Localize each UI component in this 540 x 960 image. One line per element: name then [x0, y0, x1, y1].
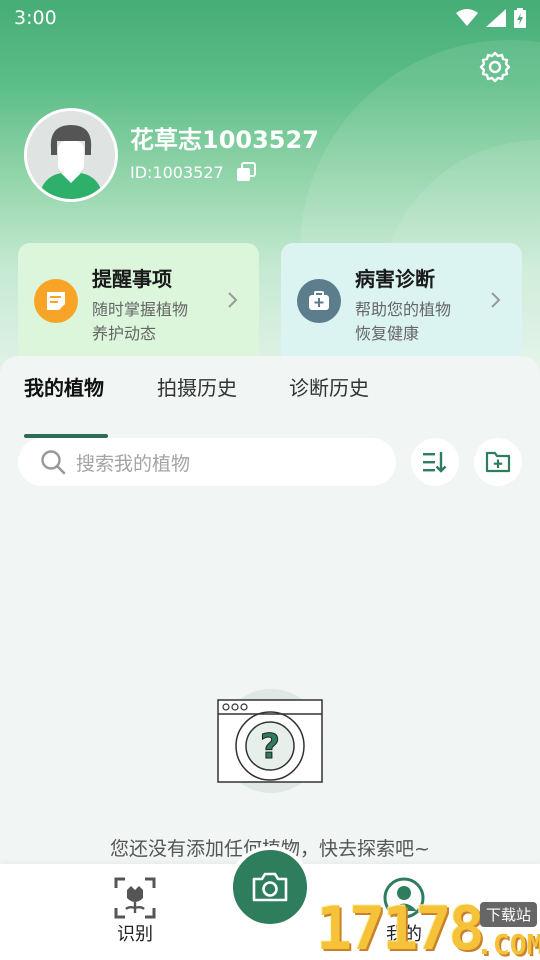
reminder-card[interactable]: 提醒事项 随时掌握植物养护动态	[18, 243, 259, 363]
diagnosis-title: 病害诊断	[355, 267, 435, 291]
diagnosis-icon-wrap	[297, 279, 341, 323]
wifi-icon	[456, 9, 478, 26]
user-id-row: ID:1003527	[130, 162, 256, 182]
add-folder-button[interactable]	[474, 438, 522, 486]
copy-icon[interactable]	[236, 162, 256, 182]
user-avatar-icon	[27, 111, 115, 199]
sort-icon	[423, 452, 447, 473]
medical-kit-icon	[309, 291, 329, 310]
tab-photo-history[interactable]: 拍摄历史	[157, 372, 237, 401]
watermark-domain: .COM	[476, 928, 540, 960]
search-input[interactable]: 搜索我的植物	[18, 438, 396, 486]
camera-button[interactable]	[229, 846, 311, 928]
camera-icon	[252, 872, 288, 902]
chevron-right-icon	[228, 292, 238, 308]
watermark-number: 17178	[316, 894, 485, 960]
search-icon	[41, 450, 66, 475]
tab-bar: 我的植物 拍摄历史 诊断历史	[0, 372, 540, 438]
empty-illustration: ?	[216, 686, 326, 796]
reminder-icon-wrap	[34, 279, 78, 323]
reminder-subtitle: 随时掌握植物养护动态	[92, 300, 189, 343]
nav-identify[interactable]: 识别	[105, 876, 165, 946]
watermark-tag: 下载站	[480, 902, 538, 927]
reminder-title: 提醒事项	[92, 267, 172, 291]
unknown-plant-icon: ?	[217, 689, 323, 793]
scan-flower-icon	[114, 877, 156, 919]
sort-button[interactable]	[411, 438, 459, 486]
tab-my-plants[interactable]: 我的植物	[24, 372, 104, 401]
avatar[interactable]	[24, 108, 118, 202]
search-placeholder: 搜索我的植物	[76, 452, 191, 475]
status-time: 3:00	[14, 7, 57, 29]
diagnosis-card[interactable]: 病害诊断 帮助您的植物恢复健康	[281, 243, 522, 363]
add-folder-icon	[485, 451, 511, 473]
status-bar: 3:00	[0, 0, 540, 36]
user-id: ID:1003527	[130, 162, 224, 182]
chevron-right-icon	[491, 292, 501, 308]
note-icon	[47, 292, 65, 310]
gear-icon	[479, 51, 511, 83]
status-icons	[456, 8, 526, 28]
diagnosis-subtitle: 帮助您的植物恢复健康	[355, 300, 452, 343]
username: 花草志1003527	[130, 126, 319, 154]
nav-identify-label: 识别	[117, 924, 153, 945]
signal-icon	[486, 9, 506, 27]
settings-button[interactable]	[476, 48, 514, 86]
tab-diagnosis-history[interactable]: 诊断历史	[289, 372, 369, 401]
battery-icon	[514, 8, 526, 28]
site-watermark: 17178 下载站 .COM	[316, 898, 540, 960]
svg-text:?: ?	[260, 727, 280, 767]
